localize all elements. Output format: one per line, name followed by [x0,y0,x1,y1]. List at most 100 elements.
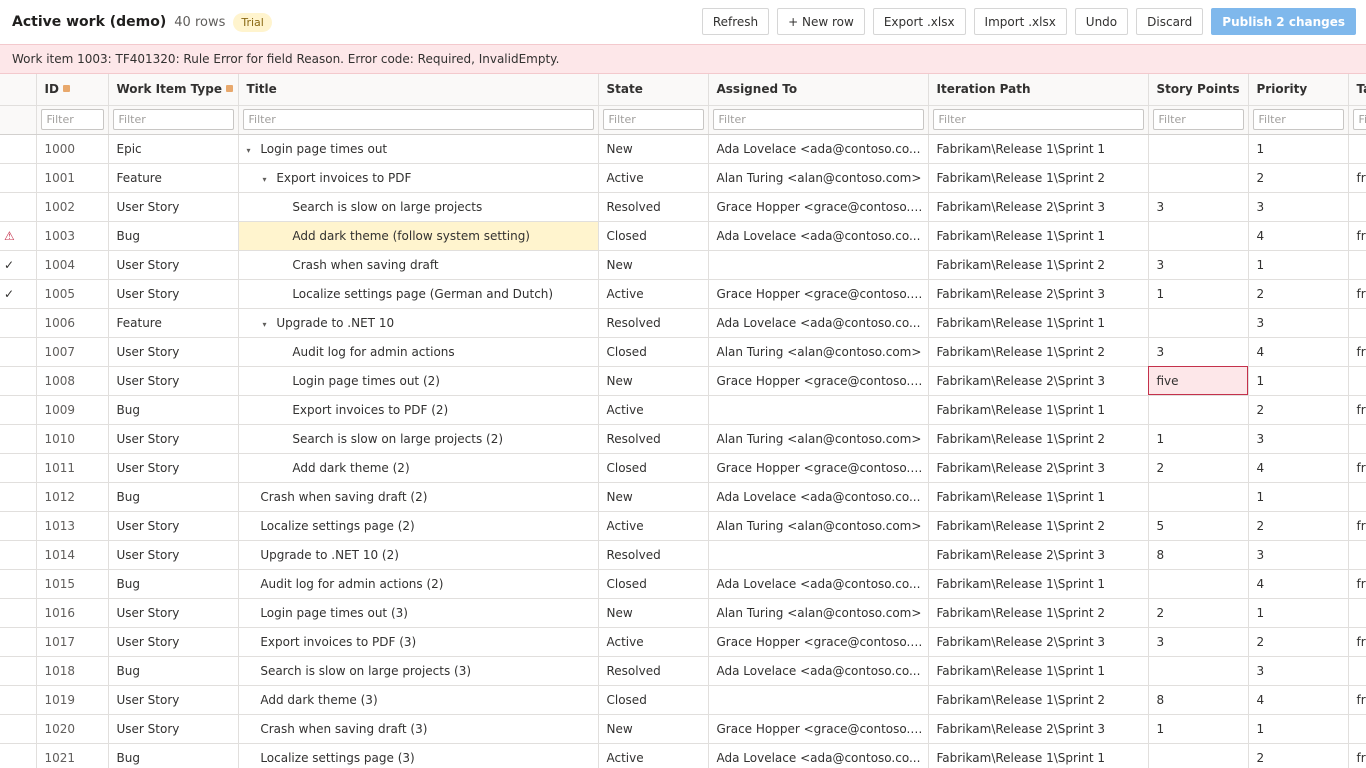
cell-title[interactable]: Export invoices to PDF (3) [238,627,599,657]
cell-points[interactable]: 1 [1148,279,1249,309]
cell-priority[interactable]: 4 [1248,569,1349,599]
cell-priority[interactable]: 3 [1248,308,1349,338]
import-xlsx-button[interactable]: Import .xlsx [973,8,1067,35]
cell-points[interactable]: 3 [1148,250,1249,280]
cell-id[interactable]: 1019 [36,685,109,715]
column-header-points[interactable]: Story Points [1148,74,1249,106]
cell-title[interactable]: Login page times out (3) [238,598,599,628]
cell-tags[interactable] [1348,598,1366,628]
column-header-assigned[interactable]: Assigned To [708,74,929,106]
cell-id[interactable]: 1015 [36,569,109,599]
cell-title[interactable]: Upgrade to .NET 10 (2) [238,540,599,570]
cell-tags[interactable]: fr [1348,627,1366,657]
cell-priority[interactable]: 4 [1248,453,1349,483]
cell-type[interactable]: User Story [108,279,239,309]
cell-tags[interactable] [1348,714,1366,744]
cell-assigned[interactable]: Grace Hopper <grace@contoso.c... [708,279,929,309]
cell-state[interactable]: Active [598,511,709,541]
cell-tags[interactable] [1348,308,1366,338]
cell-state[interactable]: Closed [598,221,709,251]
filter-input-points[interactable] [1152,109,1244,130]
cell-iteration[interactable]: Fabrikam\Release 2\Sprint 3 [928,714,1149,744]
cell-id[interactable]: 1005 [36,279,109,309]
cell-id[interactable]: 1016 [36,598,109,628]
cell-tags[interactable]: fr [1348,569,1366,599]
cell-id[interactable]: 1020 [36,714,109,744]
column-header-type[interactable]: Work Item Type [108,74,239,106]
cell-iteration[interactable]: Fabrikam\Release 1\Sprint 1 [928,221,1149,251]
cell-title[interactable]: ▾ Export invoices to PDF [238,163,599,193]
cell-type[interactable]: Feature [108,163,239,193]
cell-title[interactable]: Localize settings page (3) [238,743,599,768]
cell-type[interactable]: User Story [108,192,239,222]
cell-priority[interactable]: 1 [1248,598,1349,628]
cell-state[interactable]: Active [598,627,709,657]
cell-points[interactable]: 5 [1148,511,1249,541]
cell-tags[interactable] [1348,424,1366,454]
cell-title[interactable]: Crash when saving draft (2) [238,482,599,512]
cell-assigned[interactable]: Alan Turing <alan@contoso.com> [708,337,929,367]
cell-points[interactable]: 3 [1148,192,1249,222]
cell-id[interactable]: 1004 [36,250,109,280]
cell-assigned[interactable] [708,540,929,570]
cell-tags[interactable]: fr [1348,221,1366,251]
cell-title[interactable]: Localize settings page (German and Dutch… [238,279,599,309]
cell-type[interactable]: Epic [108,134,239,164]
cell-points[interactable] [1148,308,1249,338]
cell-id[interactable]: 1011 [36,453,109,483]
cell-id[interactable]: 1008 [36,366,109,396]
cell-id[interactable]: 1006 [36,308,109,338]
cell-state[interactable]: Closed [598,569,709,599]
cell-priority[interactable]: 4 [1248,685,1349,715]
cell-priority[interactable]: 2 [1248,395,1349,425]
cell-assigned[interactable]: Alan Turing <alan@contoso.com> [708,424,929,454]
cell-state[interactable]: Closed [598,453,709,483]
cell-iteration[interactable]: Fabrikam\Release 1\Sprint 2 [928,424,1149,454]
table-row[interactable]: 1020 User Story Crash when saving draft (… [0,714,1366,744]
cell-iteration[interactable]: Fabrikam\Release 1\Sprint 1 [928,743,1149,768]
cell-tags[interactable] [1348,366,1366,396]
cell-type[interactable]: Bug [108,221,239,251]
table-row[interactable]: ⚠ 1003 Bug Add dark theme (follow system s… [0,221,1366,251]
cell-tags[interactable]: fr [1348,395,1366,425]
cell-iteration[interactable]: Fabrikam\Release 1\Sprint 2 [928,598,1149,628]
cell-iteration[interactable]: Fabrikam\Release 1\Sprint 2 [928,685,1149,715]
cell-state[interactable]: New [598,366,709,396]
cell-id[interactable]: 1021 [36,743,109,768]
cell-tags[interactable]: fr [1348,685,1366,715]
table-row[interactable]: 1014 User Story Upgrade to .NET 10 (2) Res… [0,540,1366,570]
cell-type[interactable]: User Story [108,598,239,628]
cell-priority[interactable]: 2 [1248,279,1349,309]
cell-type[interactable]: Feature [108,308,239,338]
cell-assigned[interactable]: Grace Hopper <grace@contoso.c... [708,192,929,222]
cell-type[interactable]: Bug [108,569,239,599]
cell-id[interactable]: 1001 [36,163,109,193]
cell-priority[interactable]: 2 [1248,743,1349,768]
cell-points[interactable]: 8 [1148,685,1249,715]
cell-iteration[interactable]: Fabrikam\Release 1\Sprint 1 [928,656,1149,686]
cell-title[interactable]: ▾ Login page times out [238,134,599,164]
cell-type[interactable]: User Story [108,424,239,454]
cell-assigned[interactable]: Ada Lovelace <ada@contoso.co... [708,569,929,599]
column-header-iteration[interactable]: Iteration Path [928,74,1149,106]
cell-title[interactable]: Audit log for admin actions [238,337,599,367]
cell-type[interactable]: Bug [108,482,239,512]
cell-id[interactable]: 1012 [36,482,109,512]
caret-down-icon[interactable]: ▾ [263,320,273,329]
cell-assigned[interactable]: Grace Hopper <grace@contoso.c... [708,366,929,396]
filter-input-id[interactable] [40,109,104,130]
cell-tags[interactable]: fr [1348,279,1366,309]
cell-type[interactable]: Bug [108,743,239,768]
cell-points[interactable]: 1 [1148,714,1249,744]
cell-tags[interactable] [1348,134,1366,164]
cell-assigned[interactable]: Grace Hopper <grace@contoso.c... [708,714,929,744]
cell-points[interactable] [1148,482,1249,512]
cell-type[interactable]: User Story [108,714,239,744]
cell-title[interactable]: ▾ Upgrade to .NET 10 [238,308,599,338]
cell-iteration[interactable]: Fabrikam\Release 2\Sprint 3 [928,279,1149,309]
cell-title[interactable]: Crash when saving draft (3) [238,714,599,744]
cell-tags[interactable]: fr [1348,337,1366,367]
cell-iteration[interactable]: Fabrikam\Release 1\Sprint 2 [928,163,1149,193]
table-row[interactable]: 1009 Bug Export invoices to PDF (2) Active… [0,395,1366,425]
cell-points[interactable] [1148,221,1249,251]
